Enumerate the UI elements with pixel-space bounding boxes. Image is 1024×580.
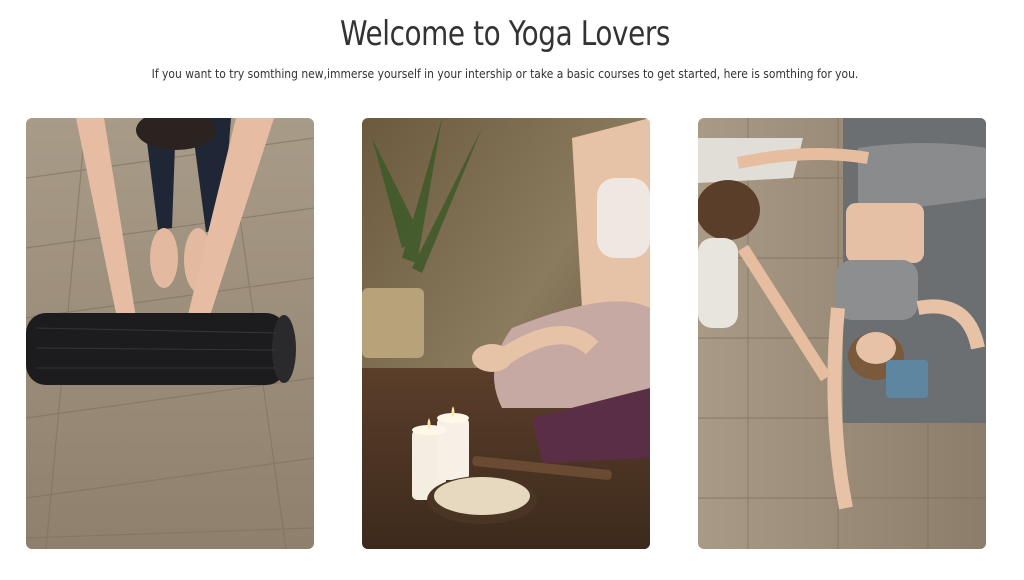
yoga-card-meditation[interactable] xyxy=(362,118,650,549)
photo-rolling-yoga-mat xyxy=(26,118,314,549)
page-title: Welcome to Yoga Lovers xyxy=(340,14,670,54)
photo-assisted-stretch xyxy=(698,118,986,549)
photo-meditation-candles xyxy=(362,118,650,549)
page: Welcome to Yoga Lovers If you want to tr… xyxy=(0,0,1024,580)
page-subtitle: If you want to try somthing new,immerse … xyxy=(151,66,859,81)
yoga-card-mat[interactable] xyxy=(26,118,314,549)
yoga-card-stretch[interactable] xyxy=(698,118,986,549)
